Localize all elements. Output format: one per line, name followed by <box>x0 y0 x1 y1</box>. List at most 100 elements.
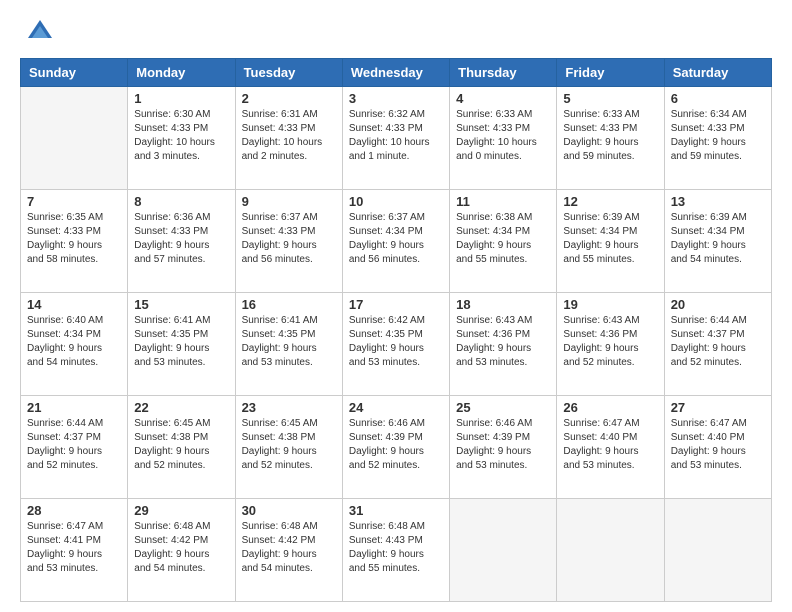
day-number: 7 <box>27 194 121 209</box>
day-number: 21 <box>27 400 121 415</box>
calendar-cell: 24 Sunrise: 6:46 AM Sunset: 4:39 PM Dayli… <box>342 396 449 499</box>
day-number: 15 <box>134 297 228 312</box>
col-header-friday: Friday <box>557 59 664 87</box>
calendar-cell: 12 Sunrise: 6:39 AM Sunset: 4:34 PM Dayli… <box>557 190 664 293</box>
day-info: Sunrise: 6:47 AM Sunset: 4:41 PM Dayligh… <box>27 520 121 576</box>
page: SundayMondayTuesdayWednesdayThursdayFrid… <box>0 0 792 612</box>
calendar-cell <box>21 87 128 190</box>
calendar-cell: 3 Sunrise: 6:32 AM Sunset: 4:33 PM Daylig… <box>342 87 449 190</box>
day-number: 30 <box>242 503 336 518</box>
day-number: 1 <box>134 91 228 106</box>
day-info: Sunrise: 6:30 AM Sunset: 4:33 PM Dayligh… <box>134 108 228 164</box>
day-info: Sunrise: 6:32 AM Sunset: 4:33 PM Dayligh… <box>349 108 443 164</box>
day-info: Sunrise: 6:36 AM Sunset: 4:33 PM Dayligh… <box>134 211 228 267</box>
calendar-cell: 13Sunrise: 6:39 AM Sunset: 4:34 PM Dayli… <box>664 190 771 293</box>
header <box>20 18 772 46</box>
day-info: Sunrise: 6:40 AM Sunset: 4:34 PM Dayligh… <box>27 314 121 370</box>
day-number: 13 <box>671 194 765 209</box>
day-info: Sunrise: 6:35 AM Sunset: 4:33 PM Dayligh… <box>27 211 121 267</box>
day-info: Sunrise: 6:34 AM Sunset: 4:33 PM Dayligh… <box>671 108 765 164</box>
day-info: Sunrise: 6:48 AM Sunset: 4:43 PM Dayligh… <box>349 520 443 576</box>
day-number: 8 <box>134 194 228 209</box>
day-number: 4 <box>456 91 550 106</box>
logo <box>20 18 54 46</box>
calendar-cell: 11Sunrise: 6:38 AM Sunset: 4:34 PM Dayli… <box>450 190 557 293</box>
calendar-table: SundayMondayTuesdayWednesdayThursdayFrid… <box>20 58 772 602</box>
calendar-cell: 22 Sunrise: 6:45 AM Sunset: 4:38 PM Dayli… <box>128 396 235 499</box>
calendar-cell: 2 Sunrise: 6:31 AM Sunset: 4:33 PM Daylig… <box>235 87 342 190</box>
calendar-cell: 1 Sunrise: 6:30 AM Sunset: 4:33 PM Daylig… <box>128 87 235 190</box>
day-number: 31 <box>349 503 443 518</box>
calendar-cell <box>557 499 664 602</box>
calendar-cell: 15 Sunrise: 6:41 AM Sunset: 4:35 PM Dayli… <box>128 293 235 396</box>
calendar-cell: 27 Sunrise: 6:47 AM Sunset: 4:40 PM Dayli… <box>664 396 771 499</box>
calendar-cell <box>664 499 771 602</box>
day-info: Sunrise: 6:45 AM Sunset: 4:38 PM Dayligh… <box>134 417 228 473</box>
day-info: Sunrise: 6:31 AM Sunset: 4:33 PM Dayligh… <box>242 108 336 164</box>
day-number: 24 <box>349 400 443 415</box>
day-info: Sunrise: 6:37 AM Sunset: 4:33 PM Dayligh… <box>242 211 336 267</box>
day-number: 6 <box>671 91 765 106</box>
calendar-cell: 25Sunrise: 6:46 AM Sunset: 4:39 PM Dayli… <box>450 396 557 499</box>
calendar-cell: 4 Sunrise: 6:33 AM Sunset: 4:33 PM Daylig… <box>450 87 557 190</box>
day-number: 17 <box>349 297 443 312</box>
day-info: Sunrise: 6:47 AM Sunset: 4:40 PM Dayligh… <box>671 417 765 473</box>
calendar-cell: 7 Sunrise: 6:35 AM Sunset: 4:33 PM Daylig… <box>21 190 128 293</box>
calendar-cell: 5 Sunrise: 6:33 AM Sunset: 4:33 PM Daylig… <box>557 87 664 190</box>
day-info: Sunrise: 6:33 AM Sunset: 4:33 PM Dayligh… <box>456 108 550 164</box>
calendar-cell: 18 Sunrise: 6:43 AM Sunset: 4:36 PM Dayli… <box>450 293 557 396</box>
day-number: 10 <box>349 194 443 209</box>
day-info: Sunrise: 6:44 AM Sunset: 4:37 PM Dayligh… <box>671 314 765 370</box>
col-header-sunday: Sunday <box>21 59 128 87</box>
col-header-tuesday: Tuesday <box>235 59 342 87</box>
day-number: 9 <box>242 194 336 209</box>
day-info: Sunrise: 6:44 AM Sunset: 4:37 PM Dayligh… <box>27 417 121 473</box>
calendar-cell: 17 Sunrise: 6:42 AM Sunset: 4:35 PM Dayli… <box>342 293 449 396</box>
day-info: Sunrise: 6:48 AM Sunset: 4:42 PM Dayligh… <box>242 520 336 576</box>
day-number: 18 <box>456 297 550 312</box>
calendar-cell: 9 Sunrise: 6:37 AM Sunset: 4:33 PM Daylig… <box>235 190 342 293</box>
calendar-cell: 20 Sunrise: 6:44 AM Sunset: 4:37 PM Dayli… <box>664 293 771 396</box>
day-info: Sunrise: 6:43 AM Sunset: 4:36 PM Dayligh… <box>563 314 657 370</box>
calendar-cell: 23Sunrise: 6:45 AM Sunset: 4:38 PM Dayli… <box>235 396 342 499</box>
day-number: 5 <box>563 91 657 106</box>
day-info: Sunrise: 6:41 AM Sunset: 4:35 PM Dayligh… <box>134 314 228 370</box>
day-number: 29 <box>134 503 228 518</box>
col-header-monday: Monday <box>128 59 235 87</box>
day-info: Sunrise: 6:38 AM Sunset: 4:34 PM Dayligh… <box>456 211 550 267</box>
col-header-wednesday: Wednesday <box>342 59 449 87</box>
logo-icon <box>26 18 54 46</box>
day-info: Sunrise: 6:46 AM Sunset: 4:39 PM Dayligh… <box>456 417 550 473</box>
day-info: Sunrise: 6:48 AM Sunset: 4:42 PM Dayligh… <box>134 520 228 576</box>
day-number: 2 <box>242 91 336 106</box>
day-number: 23 <box>242 400 336 415</box>
day-info: Sunrise: 6:42 AM Sunset: 4:35 PM Dayligh… <box>349 314 443 370</box>
day-info: Sunrise: 6:37 AM Sunset: 4:34 PM Dayligh… <box>349 211 443 267</box>
calendar-cell: 8 Sunrise: 6:36 AM Sunset: 4:33 PM Daylig… <box>128 190 235 293</box>
calendar-cell: 29 Sunrise: 6:48 AM Sunset: 4:42 PM Dayli… <box>128 499 235 602</box>
day-number: 3 <box>349 91 443 106</box>
day-info: Sunrise: 6:39 AM Sunset: 4:34 PM Dayligh… <box>563 211 657 267</box>
day-number: 28 <box>27 503 121 518</box>
day-info: Sunrise: 6:47 AM Sunset: 4:40 PM Dayligh… <box>563 417 657 473</box>
calendar-cell: 21 Sunrise: 6:44 AM Sunset: 4:37 PM Dayli… <box>21 396 128 499</box>
day-info: Sunrise: 6:41 AM Sunset: 4:35 PM Dayligh… <box>242 314 336 370</box>
day-number: 20 <box>671 297 765 312</box>
day-info: Sunrise: 6:43 AM Sunset: 4:36 PM Dayligh… <box>456 314 550 370</box>
day-info: Sunrise: 6:33 AM Sunset: 4:33 PM Dayligh… <box>563 108 657 164</box>
calendar-cell: 6 Sunrise: 6:34 AM Sunset: 4:33 PM Daylig… <box>664 87 771 190</box>
day-info: Sunrise: 6:46 AM Sunset: 4:39 PM Dayligh… <box>349 417 443 473</box>
day-number: 12 <box>563 194 657 209</box>
col-header-thursday: Thursday <box>450 59 557 87</box>
calendar-cell: 16 Sunrise: 6:41 AM Sunset: 4:35 PM Dayli… <box>235 293 342 396</box>
col-header-saturday: Saturday <box>664 59 771 87</box>
day-number: 16 <box>242 297 336 312</box>
day-number: 22 <box>134 400 228 415</box>
calendar-cell: 28 Sunrise: 6:47 AM Sunset: 4:41 PM Dayli… <box>21 499 128 602</box>
calendar-cell: 31 Sunrise: 6:48 AM Sunset: 4:43 PM Dayli… <box>342 499 449 602</box>
calendar-cell: 19Sunrise: 6:43 AM Sunset: 4:36 PM Dayli… <box>557 293 664 396</box>
day-number: 27 <box>671 400 765 415</box>
calendar-cell: 10 Sunrise: 6:37 AM Sunset: 4:34 PM Dayli… <box>342 190 449 293</box>
calendar-cell <box>450 499 557 602</box>
calendar-cell: 30 Sunrise: 6:48 AM Sunset: 4:42 PM Dayli… <box>235 499 342 602</box>
